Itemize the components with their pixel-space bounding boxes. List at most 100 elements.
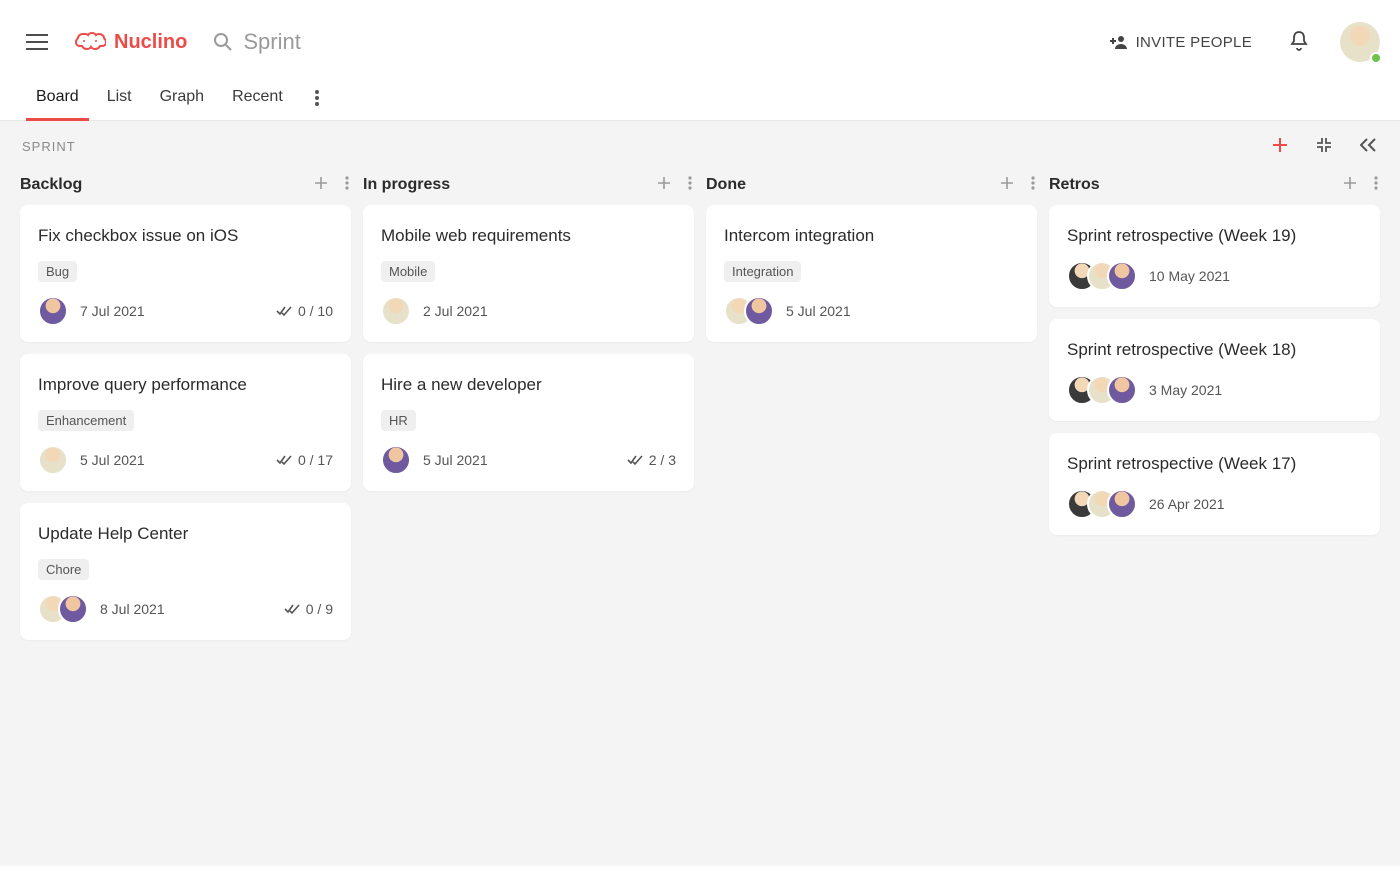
card-avatars (38, 296, 68, 326)
card-tag: Chore (38, 559, 89, 580)
hamburger-icon (26, 34, 48, 50)
more-vertical-icon (1374, 176, 1378, 190)
card[interactable]: Sprint retrospective (Week 19) 10 May 202… (1049, 205, 1380, 307)
view-tabs: Board List Graph Recent (0, 72, 1400, 121)
card-date: 10 May 2021 (1149, 268, 1230, 284)
card-progress: 0 / 9 (284, 601, 333, 617)
card[interactable]: Update Help Center Chore 8 Jul 2021 0 / 9 (20, 503, 351, 640)
card-tag: Integration (724, 261, 801, 282)
card-avatars (38, 445, 68, 475)
card-title: Hire a new developer (381, 374, 676, 396)
avatar (1107, 375, 1137, 405)
column-more-button[interactable] (686, 174, 694, 195)
notifications-button[interactable] (1284, 30, 1314, 55)
card-progress: 0 / 10 (276, 303, 333, 319)
card-title: Sprint retrospective (Week 17) (1067, 453, 1362, 475)
card-date: 26 Apr 2021 (1149, 496, 1225, 512)
column-title: Retros (1049, 176, 1100, 194)
column-title: Done (706, 176, 746, 194)
collapse-button[interactable] (1314, 135, 1334, 158)
card[interactable]: Intercom integration Integration 5 Jul 202… (706, 205, 1037, 342)
card-title: Mobile web requirements (381, 225, 676, 247)
checklist-icon (627, 454, 643, 466)
more-vertical-icon (345, 176, 349, 190)
card-avatars (38, 594, 88, 624)
column-more-button[interactable] (1372, 174, 1380, 195)
card-avatars (381, 445, 411, 475)
invite-people-button[interactable]: INVITE PEOPLE (1104, 33, 1258, 52)
avatar (1107, 261, 1137, 291)
card-date: 5 Jul 2021 (423, 452, 488, 468)
column-add-button[interactable] (999, 174, 1015, 195)
plus-icon (658, 177, 670, 189)
card-date: 5 Jul 2021 (786, 303, 851, 319)
more-vertical-icon (315, 90, 319, 106)
card[interactable]: Hire a new developer HR 5 Jul 2021 2 / 3 (363, 354, 694, 491)
avatar (744, 296, 774, 326)
card[interactable]: Improve query performance Enhancement 5 Ju… (20, 354, 351, 491)
card-date: 2 Jul 2021 (423, 303, 488, 319)
more-vertical-icon (1031, 176, 1035, 190)
bell-icon (1290, 31, 1308, 51)
menu-button[interactable] (20, 28, 54, 56)
card-progress: 2 / 3 (627, 452, 676, 468)
avatar (58, 594, 88, 624)
brain-icon (74, 31, 106, 53)
column-add-button[interactable] (656, 174, 672, 195)
checklist-icon (276, 454, 292, 466)
logo[interactable]: Nuclino (74, 31, 187, 54)
minimize-icon (1316, 137, 1332, 153)
column-title: Backlog (20, 176, 82, 194)
user-avatar[interactable] (1340, 22, 1380, 62)
board-title: SPRINT (22, 139, 76, 154)
plus-icon (1344, 177, 1356, 189)
column-done: Done Intercom integration Integration 5 Jul… (706, 168, 1037, 652)
checklist-icon (276, 305, 292, 317)
column-title: In progress (363, 176, 450, 194)
status-online-icon (1370, 52, 1382, 64)
card-date: 5 Jul 2021 (80, 452, 145, 468)
tabs-more-button[interactable] (311, 86, 323, 113)
avatar (38, 445, 68, 475)
card-avatars (724, 296, 774, 326)
card-avatars (381, 296, 411, 326)
plus-icon (315, 177, 327, 189)
search-input[interactable] (241, 28, 441, 56)
card[interactable]: Fix checkbox issue on iOSBug7 Jul 20210 … (20, 205, 351, 342)
card-title: Intercom integration (724, 225, 1019, 247)
person-add-icon (1110, 35, 1128, 49)
card-progress: 0 / 17 (276, 452, 333, 468)
card-avatars (1067, 261, 1137, 291)
tab-list[interactable]: List (107, 78, 132, 120)
card-title: Update Help Center (38, 523, 333, 545)
card-title: Sprint retrospective (Week 19) (1067, 225, 1362, 247)
column-more-button[interactable] (343, 174, 351, 195)
card-date: 7 Jul 2021 (80, 303, 145, 319)
card-title: Improve query performance (38, 374, 333, 396)
tab-graph[interactable]: Graph (160, 78, 204, 120)
invite-label: INVITE PEOPLE (1136, 34, 1252, 51)
column-more-button[interactable] (1029, 174, 1037, 195)
card[interactable]: Sprint retrospective (Week 18)3 May 2021 (1049, 319, 1380, 421)
more-vertical-icon (688, 176, 692, 190)
card-tag: HR (381, 410, 416, 431)
card-date: 8 Jul 2021 (100, 601, 165, 617)
column-add-button[interactable] (313, 174, 329, 195)
card-avatars (1067, 375, 1137, 405)
card-date: 3 May 2021 (1149, 382, 1222, 398)
checklist-icon (284, 603, 300, 615)
tab-board[interactable]: Board (36, 78, 79, 120)
card[interactable]: Mobile web requirementsMobile2 Jul 2021 (363, 205, 694, 342)
card[interactable]: Sprint retrospective (Week 17) 26 Apr 202… (1049, 433, 1380, 535)
add-button[interactable] (1270, 135, 1290, 158)
card-tag: Bug (38, 261, 77, 282)
plus-icon (1272, 137, 1288, 153)
column-backlog: BacklogFix checkbox issue on iOSBug7 Jul… (20, 168, 351, 652)
card-tag: Enhancement (38, 410, 134, 431)
avatar (381, 296, 411, 326)
collapse-panel-button[interactable] (1358, 136, 1378, 157)
column-in-progress: In progress Mobile web requirementsMobile… (363, 168, 694, 652)
avatar (381, 445, 411, 475)
column-add-button[interactable] (1342, 174, 1358, 195)
tab-recent[interactable]: Recent (232, 78, 283, 120)
